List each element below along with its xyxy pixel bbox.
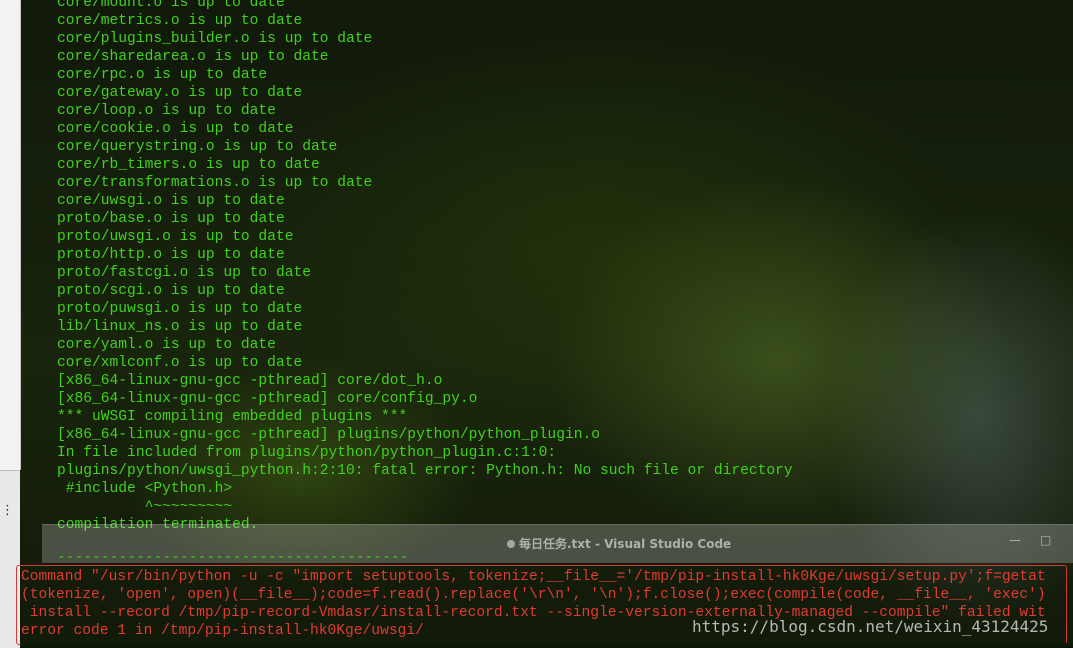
terminal-line: [x86_64-linux-gnu-gcc -pthread] core/dot… [57,373,443,389]
error-line: (tokenize, 'open', open)(__file__);code=… [21,587,1046,603]
terminal-line: proto/http.o is up to date [57,247,285,263]
terminal-line: core/rb_timers.o is up to date [57,157,320,173]
terminal-line: core/transformations.o is up to date [57,175,373,191]
terminal-line: core/yaml.o is up to date [57,337,276,353]
terminal-line: proto/fastcgi.o is up to date [57,265,311,281]
terminal-separator: ---------------------------------------- [57,548,409,565]
background-window-edge [0,0,21,470]
terminal-line: proto/puwsgi.o is up to date [57,301,303,317]
terminal-bottom-edge [20,643,1073,647]
terminal-line: core/sharedarea.o is up to date [57,49,329,65]
terminal-line: lib/linux_ns.o is up to date [57,319,303,335]
terminal-line: *** uWSGI compiling embedded plugins *** [57,409,408,425]
terminal-line: core/metrics.o is up to date [57,13,303,29]
more-options-icon[interactable]: ⋮ [1,504,14,517]
terminal-line: core/gateway.o is up to date [57,85,303,101]
terminal-line: core/mount.o is up to date [57,0,285,11]
maximize-button[interactable]: □ [1040,533,1051,547]
terminal-line: proto/uwsgi.o is up to date [57,229,294,245]
terminal-line: proto/scgi.o is up to date [57,283,285,299]
terminal-line: [x86_64-linux-gnu-gcc -pthread] plugins/… [57,427,600,443]
terminal-line: In file included from plugins/python/pyt… [57,445,557,461]
blog-watermark: https://blog.csdn.net/weixin_43124425 [692,617,1049,636]
terminal-line: plugins/python/uwsgi_python.h:2:10: fata… [57,463,793,479]
terminal-line: core/uwsgi.o is up to date [57,193,285,209]
terminal-line: ^~~~~~~~~~ [57,499,233,515]
unsaved-dot-icon [507,540,515,548]
terminal-line: core/querystring.o is up to date [57,139,338,155]
terminal-line: core/xmlconf.o is up to date [57,355,303,371]
terminal-line: core/cookie.o is up to date [57,121,294,137]
terminal-line: proto/base.o is up to date [57,211,285,227]
terminal-line: core/plugins_builder.o is up to date [57,31,373,47]
terminal-line: core/rpc.o is up to date [57,67,268,83]
terminal-line: #include <Python.h> [57,481,233,497]
terminal-line: [x86_64-linux-gnu-gcc -pthread] core/con… [57,391,478,407]
terminal-output: core/mount.o is up to date core/metrics.o… [57,0,793,534]
vscode-title-text: 每日任务.txt - Visual Studio Code [519,537,732,551]
error-line: Command "/usr/bin/python -u -c "import s… [21,569,1046,585]
vscode-window-title: 每日任务.txt - Visual Studio Code [507,535,731,552]
terminal-line: core/loop.o is up to date [57,103,276,119]
minimize-button[interactable]: — [1009,533,1021,547]
